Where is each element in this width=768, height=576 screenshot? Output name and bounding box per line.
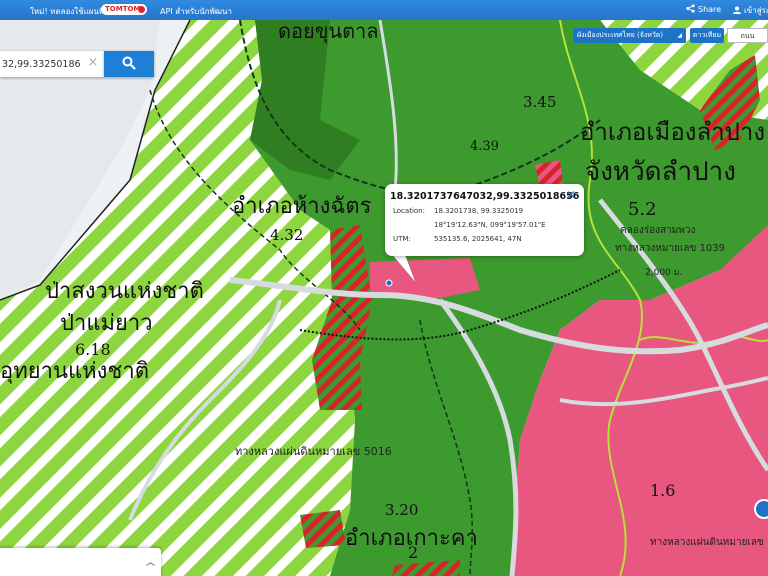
map-label-road-5016: ทางหลวงแผ่นดินหมายเลข 5016	[235, 445, 392, 458]
map-label-forest-1: ป่าสงวนแห่งชาติ	[45, 279, 204, 304]
search-button[interactable]	[104, 51, 154, 77]
api-link[interactable]: API สำหรับนักพัฒนา	[160, 5, 232, 18]
tomtom-logo-dot-icon	[138, 6, 145, 13]
share-button[interactable]: Share	[686, 4, 721, 14]
road-button[interactable]: ถนน	[727, 28, 768, 43]
bottom-panel[interactable]: ︿	[0, 548, 161, 576]
share-label: Share	[698, 5, 722, 14]
utm-value: 535135.6, 2025641, 47N	[434, 235, 522, 243]
map-label-district-muang: อำเภอเมืองลำปาง	[580, 118, 765, 146]
zoning-map[interactable]: ดอยขุนตาล 3.45 อำเภอเมืองลำปาง จังหวัดลำ…	[0, 0, 768, 576]
location-popup: 18.3201737647032,99.3325018656 ✕ Locatio…	[385, 184, 584, 256]
search-bar: ×	[0, 51, 154, 77]
red-hatch-patch-3	[300, 510, 346, 548]
layer-select-label: ผังเมืองประเทศไทย (จังหวัด)	[577, 31, 664, 39]
map-label-2: 2	[408, 543, 418, 562]
map-label-439: 4.39	[470, 139, 499, 154]
map-label-345: 3.45	[523, 93, 556, 111]
map-label-scale: 2,000 ม.	[645, 268, 682, 278]
location-label: Location:	[393, 207, 425, 215]
popup-title: 18.3201737647032,99.3325018656	[390, 191, 580, 202]
share-icon	[686, 4, 695, 13]
map-label-road-1039: ทางหลวงหมายเลข 1039	[615, 243, 725, 254]
location-dms: 18°19'12.63"N, 099°19'57.01"E	[434, 221, 546, 229]
map-label-432: 4.32	[270, 226, 303, 244]
location-decimal: 18.3201738, 99.3325019	[434, 207, 524, 215]
top-bar: ใหม่! ทดลองใช้แผนที่ TOMTOM API สำหรับนั…	[0, 0, 768, 20]
utm-label: UTM:	[393, 235, 411, 243]
layer-select-dropdown[interactable]: ผังเมืองประเทศไทย (จังหวัด) ◢	[573, 28, 686, 43]
tomtom-logo-text: TOMTOM	[105, 5, 141, 13]
chevron-up-icon[interactable]: ︿	[146, 555, 155, 568]
map-label-16: 1.6	[650, 481, 675, 500]
satellite-button[interactable]: ดาวเทียม	[690, 28, 724, 43]
map-label-province: จังหวัดลำปาง	[585, 157, 736, 187]
map-label-forest-4: ดอยขุนตาล	[278, 19, 379, 44]
close-icon[interactable]: ✕	[565, 189, 577, 201]
chevron-down-icon: ◢	[677, 32, 682, 39]
map-label-320: 3.20	[385, 501, 418, 519]
map-label-district-hang-chat: อำเภอห้างฉัตร	[232, 194, 372, 219]
locate-button[interactable]	[754, 499, 768, 519]
brand-text[interactable]: ใหม่! ทดลองใช้แผนที่	[30, 5, 104, 18]
location-marker[interactable]	[385, 279, 393, 287]
map-label-canal: คลองร่องสามพวง	[620, 225, 695, 236]
map-canvas[interactable]: ดอยขุนตาล 3.45 อำเภอเมืองลำปาง จังหวัดลำ…	[0, 0, 768, 576]
tomtom-logo[interactable]: TOMTOM	[101, 4, 147, 15]
map-label-forest-3: อุทยานแห่งชาติ	[0, 359, 149, 384]
map-label-forest-2: ป่าแม่ยาว	[60, 311, 153, 336]
map-label-52: 5.2	[628, 199, 657, 220]
search-icon	[122, 56, 136, 70]
login-button[interactable]: เข้าสู่ระบบ	[733, 4, 768, 17]
login-label: เข้าสู่ระบบ	[744, 6, 768, 15]
map-label-618: 6.18	[75, 340, 111, 359]
clear-icon[interactable]: ×	[86, 56, 100, 70]
user-icon	[733, 6, 741, 14]
map-label-road-1: ทางหลวงแผ่นดินหมายเลข 1	[650, 537, 768, 548]
